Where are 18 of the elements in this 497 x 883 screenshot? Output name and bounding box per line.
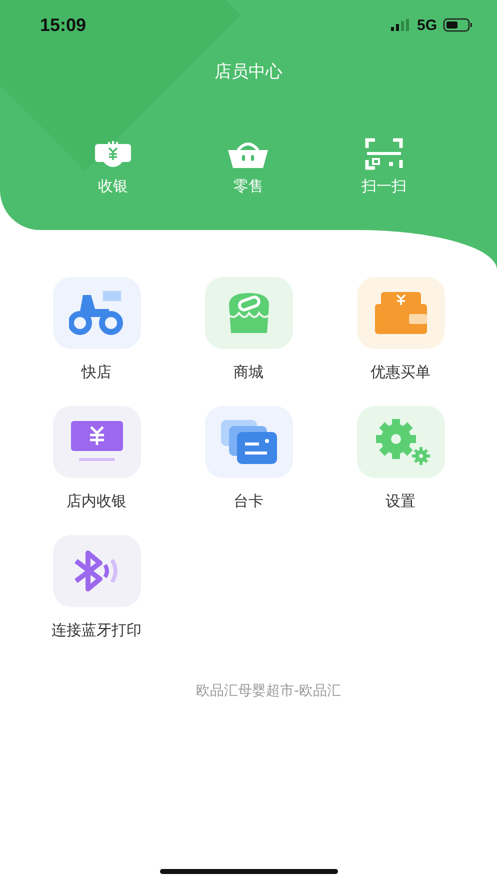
menu-item[interactable]: 商城 (172, 277, 324, 382)
scan-icon (365, 137, 404, 171)
menu-item[interactable]: 设置 (324, 406, 476, 511)
monitor-icon (70, 421, 122, 463)
menu-item[interactable]: 优惠买单 (324, 277, 476, 382)
wallet-icon (374, 292, 426, 334)
menu-item[interactable]: 店内收银 (20, 406, 172, 511)
menu-item[interactable]: 台卡 (172, 406, 324, 511)
store-name: 欧品汇母婴超市-欧品汇 (194, 682, 342, 700)
cards-icon (220, 420, 276, 464)
menu-item[interactable]: 快店 (20, 277, 172, 382)
network-label: 5G (416, 16, 437, 34)
menu-item[interactable]: 连接蓝牙打印 (20, 535, 172, 640)
signal-icon (390, 19, 411, 31)
page-title: 店员中心 (214, 61, 284, 83)
battery-icon (443, 18, 473, 32)
scooter-icon (68, 291, 124, 335)
status-time: 15:09 (40, 14, 86, 36)
